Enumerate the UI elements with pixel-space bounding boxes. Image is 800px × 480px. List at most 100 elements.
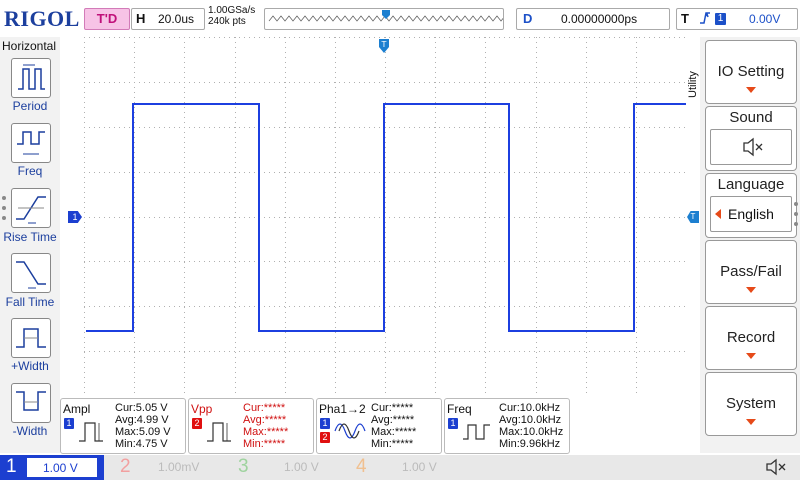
io-setting-label: IO Setting (717, 63, 785, 80)
horizontal-label: H (136, 11, 146, 26)
language-button[interactable]: Language English (705, 173, 797, 238)
language-label: Language (717, 176, 785, 193)
delay-value: 0.00000000ps (561, 12, 638, 26)
delay-label: D (523, 11, 533, 26)
amplitude-icon (79, 422, 103, 442)
rise-time-icon (16, 196, 46, 224)
speaker-mute-icon[interactable] (764, 458, 788, 476)
meas-cur: Cur:***** (243, 402, 286, 414)
trigger-position-marker[interactable]: T (378, 38, 390, 56)
ch1-scale[interactable]: 1.00 V (26, 457, 98, 478)
acquisition-info: 1.00GSa/s 240k pts (208, 5, 255, 27)
left-page-dots (2, 196, 6, 236)
ch3-scale[interactable]: 1.00 V (258, 457, 370, 478)
trigger-label: T (681, 11, 689, 26)
meas-max: Max:10.0kHz (499, 426, 564, 438)
fall-time-icon (16, 261, 46, 289)
measurement-ampl[interactable]: Ampl 1 Cur:5.05 V Avg:4.99 V Max:5.09 V … (60, 398, 186, 454)
ch2-scale[interactable]: 1.00mV (140, 457, 244, 478)
minus-width-button[interactable] (11, 383, 51, 423)
minus-width-icon (16, 391, 46, 411)
sound-button[interactable]: Sound (705, 106, 797, 171)
meas-name: Ampl (63, 402, 91, 416)
record-button[interactable]: Record (705, 306, 797, 370)
plus-width-button[interactable] (11, 318, 51, 358)
period-icon (18, 64, 45, 90)
panel-title: Horizontal (2, 39, 57, 53)
meas-avg: Avg:10.0kHz (499, 414, 562, 426)
meas-name: Vpp (191, 402, 213, 416)
ch2-number[interactable]: 2 (120, 456, 131, 478)
system-button[interactable]: System (705, 372, 797, 436)
meas-avg: Avg:***** (243, 414, 287, 426)
period-button[interactable] (11, 58, 51, 98)
trigger-source-badge: 1 (715, 13, 726, 25)
meas-min: Min:9.96kHz (499, 438, 561, 450)
svg-text:T: T (381, 40, 387, 49)
channel-badge: 2 (192, 418, 202, 429)
trigger-box[interactable]: T 1 0.00V (676, 8, 798, 30)
io-setting-button[interactable]: IO Setting (705, 40, 797, 104)
freq-icon (17, 131, 45, 155)
channel-badge: 1 (448, 418, 458, 429)
meas-avg: Avg:4.99 V (115, 414, 169, 426)
ch4-number[interactable]: 4 (356, 456, 367, 478)
vpp-icon (207, 422, 231, 442)
waveform-display[interactable] (84, 37, 686, 396)
memory-waveform-icon (268, 10, 510, 22)
plus-width-label: +Width (11, 359, 49, 373)
rise-time-button[interactable] (11, 188, 51, 228)
memory-overview-strip[interactable] (264, 8, 510, 30)
meas-cur: Cur:5.05 V (115, 402, 168, 414)
meas-cur: Cur:***** (371, 402, 414, 414)
sample-rate: 1.00GSa/s (208, 5, 256, 16)
language-select[interactable]: English (710, 196, 792, 232)
speaker-mute-icon (743, 137, 763, 157)
phase-icon (334, 423, 366, 439)
meas-max: Max:***** (243, 426, 289, 438)
meas-min: Min:***** (371, 438, 414, 450)
freq-label: Freq (17, 164, 43, 178)
freq-meas-icon (463, 424, 490, 440)
ch4-scale[interactable]: 1.00 V (376, 457, 488, 478)
measurement-vpp[interactable]: Vpp 2 Cur:***** Avg:***** Max:***** Min:… (188, 398, 314, 454)
timebase-box[interactable]: H 20.0us (131, 8, 205, 30)
utility-title: Utility (687, 71, 699, 98)
meas-max: Max:5.09 V (115, 426, 171, 438)
freq-button[interactable] (11, 123, 51, 163)
submenu-arrow-icon (746, 353, 756, 359)
ch1-number: 1 (6, 456, 17, 477)
trigger-level-marker[interactable]: T (687, 211, 699, 223)
delay-box[interactable]: D 0.00000000ps (516, 8, 670, 30)
submenu-arrow-icon (746, 419, 756, 425)
meas-avg: Avg:***** (371, 414, 415, 426)
rising-edge-icon (699, 10, 711, 29)
fall-time-button[interactable] (11, 253, 51, 293)
sound-label: Sound (729, 109, 773, 126)
minus-width-label: -Width (12, 424, 48, 438)
meas-min: Min:4.75 V (115, 438, 168, 450)
brand-logo: RIGOL (4, 6, 80, 31)
meas-min: Min:***** (243, 438, 286, 450)
record-label: Record (726, 329, 776, 346)
measurement-phase[interactable]: Pha1→2 1 2 Cur:***** Avg:***** Max:*****… (316, 398, 442, 454)
period-label: Period (12, 99, 48, 113)
memory-depth: 240k pts (208, 16, 246, 27)
ch1-offset-marker[interactable]: 1 (68, 211, 82, 223)
submenu-arrow-icon (746, 287, 756, 293)
meas-max: Max:***** (371, 426, 417, 438)
meas-name: Freq (447, 402, 472, 416)
plus-width-icon (16, 328, 46, 348)
measurement-freq[interactable]: Freq 1 Cur:10.0kHz Avg:10.0kHz Max:10.0k… (444, 398, 570, 454)
language-value: English (728, 206, 774, 222)
pass-fail-button[interactable]: Pass/Fail (705, 240, 797, 304)
channel-badge: 1 (64, 418, 74, 429)
sound-toggle[interactable] (710, 129, 792, 165)
submenu-arrow-icon (746, 87, 756, 93)
trigger-level: 0.00V (749, 12, 781, 26)
channel-badge-2: 2 (320, 432, 330, 443)
ch3-number[interactable]: 3 (238, 456, 249, 478)
right-page-dots (794, 202, 798, 242)
rise-time-label: Rise Time (3, 230, 57, 244)
channel-badge: 1 (320, 418, 330, 429)
